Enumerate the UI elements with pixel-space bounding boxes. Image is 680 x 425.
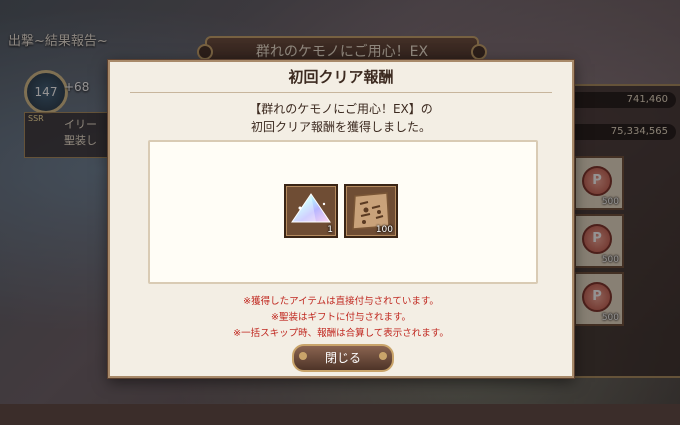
game-screen: 出撃~結果報告~ 群れのケモノにご用心！EX 147 +68 SSR イリー 聖… bbox=[0, 0, 680, 425]
note-line: ※聖装はギフトに付与されます。 bbox=[270, 312, 411, 323]
title-divider bbox=[130, 92, 552, 93]
message-line: 初回クリア報酬を獲得しました。 bbox=[250, 120, 431, 134]
close-button[interactable]: 閉じる bbox=[292, 344, 394, 372]
reward-items-box: 1 100 bbox=[148, 140, 538, 284]
reward-item[interactable]: 100 bbox=[344, 184, 398, 238]
dialog-title: 初回クリア報酬 bbox=[288, 68, 394, 86]
note-line: ※獲得したアイテムは直接付与されています。 bbox=[243, 296, 439, 307]
item-count: 100 bbox=[375, 225, 393, 235]
item-count: 1 bbox=[327, 225, 333, 235]
dialog-notes: ※獲得したアイテムは直接付与されています。 ※聖装はギフトに付与されます。 ※一… bbox=[110, 294, 572, 342]
first-clear-reward-dialog: 初回クリア報酬 【群れのケモノにご用心！EX】の 初回クリア報酬を獲得しました。 bbox=[108, 60, 574, 378]
note-line: ※一括スキップ時、報酬は合算して表示されます。 bbox=[233, 328, 449, 339]
dialog-message: 【群れのケモノにご用心！EX】の 初回クリア報酬を獲得しました。 bbox=[110, 100, 572, 136]
reward-item[interactable]: 1 bbox=[284, 184, 338, 238]
message-line: 【群れのケモノにご用心！EX】の bbox=[249, 102, 433, 116]
